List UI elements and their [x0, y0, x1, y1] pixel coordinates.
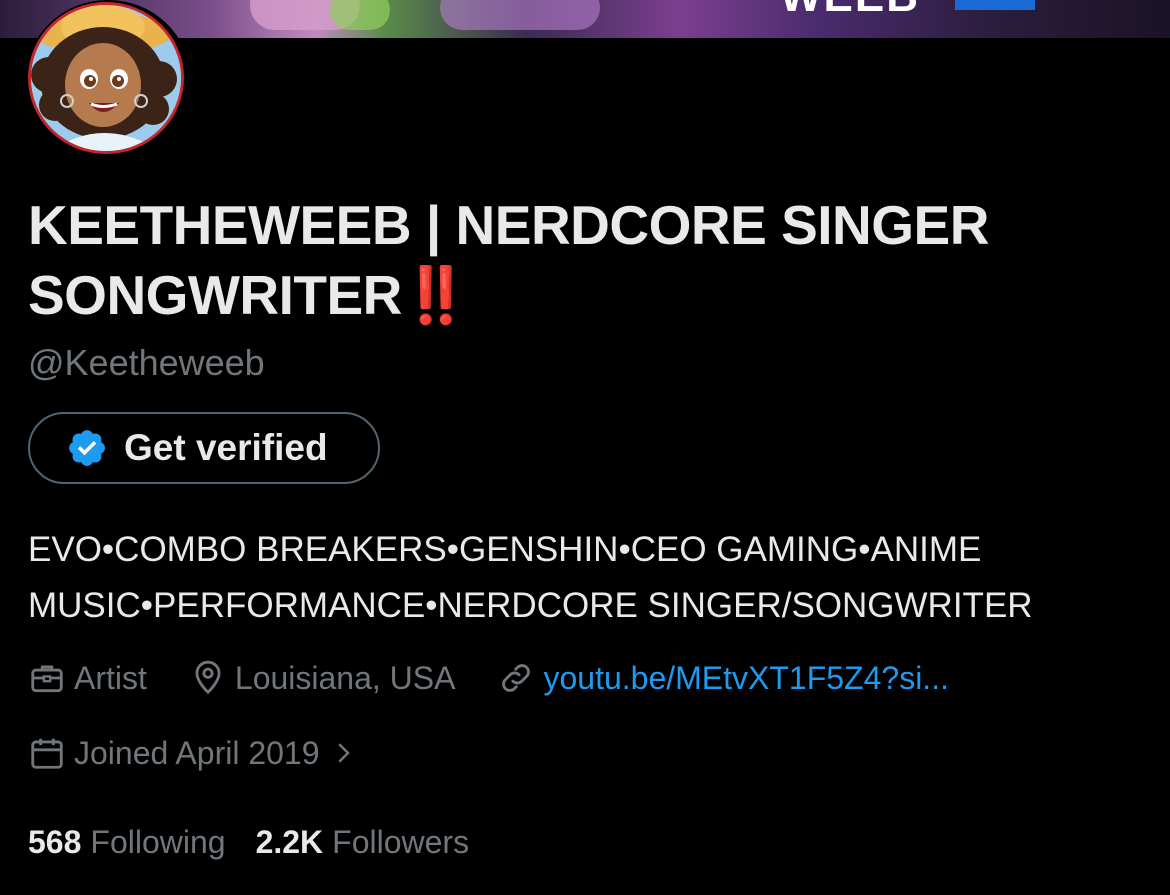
following-count: 568 [28, 823, 82, 860]
category-text: Artist [74, 659, 147, 696]
banner-text: WEEB [780, 0, 960, 19]
followers-link[interactable]: 2.2K Followers [256, 824, 470, 861]
get-verified-button[interactable]: Get verified [28, 412, 380, 484]
avatar[interactable] [26, 0, 190, 156]
calendar-icon [31, 738, 63, 769]
profile-website[interactable]: youtu.be/MEtvXT1F5Z4?si... [497, 659, 949, 697]
location-text: Louisiana, USA [234, 659, 456, 696]
profile-joined-row[interactable]: Joined April 2019 [28, 731, 408, 775]
profile-location: Louisiana, USA [189, 659, 456, 697]
profile-joined[interactable]: Joined April 2019 [28, 734, 366, 772]
bio-line: MUSIC•PERFORMANCE•NERDCORE SINGER/SONGWR… [28, 586, 1033, 625]
banner-shape [330, 0, 390, 30]
follow-stats: 568 Following 2.2K Followers [28, 820, 499, 864]
banner-shape [440, 0, 600, 30]
link-icon [502, 664, 531, 692]
following-link[interactable]: 568 Following [28, 824, 226, 861]
website-link[interactable]: youtu.be/MEtvXT1F5Z4?si... [543, 660, 949, 697]
avatar-image [28, 2, 184, 154]
double-exclamation-emoji: ‼️ [401, 264, 470, 326]
banner-shape [955, 0, 1035, 10]
following-label: Following [90, 823, 226, 860]
bio-line: EVO•COMBO BREAKERS•GENSHIN•CEO GAMING•AN… [28, 530, 982, 569]
verified-badge-icon [69, 430, 105, 466]
avatar-illustration [31, 5, 181, 151]
user-handle: @Keetheweeb [28, 342, 265, 383]
display-name-text: KEETHEWEEB | NERDCORE SINGER SONGWRITER [28, 194, 989, 326]
followers-label: Followers [332, 823, 470, 860]
get-verified-label: Get verified [124, 427, 328, 468]
profile-category: Artist [28, 659, 147, 697]
followers-count: 2.2K [255, 823, 324, 860]
briefcase-icon [31, 665, 63, 693]
chevron-right-icon [337, 743, 350, 763]
profile-meta-row: Artist Louisiana, USA youtu.be/MEtvXT1F5… [28, 656, 991, 700]
display-name: KEETHEWEEB | NERDCORE SINGER SONGWRITER‼… [28, 190, 1148, 330]
profile-page: WEEB [0, 0, 1170, 895]
profile-bio: EVO•COMBO BREAKERS•GENSHIN•CEO GAMING•AN… [28, 522, 1148, 634]
joined-text: Joined April 2019 [74, 734, 320, 771]
location-pin-icon [195, 660, 221, 695]
profile-banner[interactable]: WEEB [0, 0, 1170, 38]
